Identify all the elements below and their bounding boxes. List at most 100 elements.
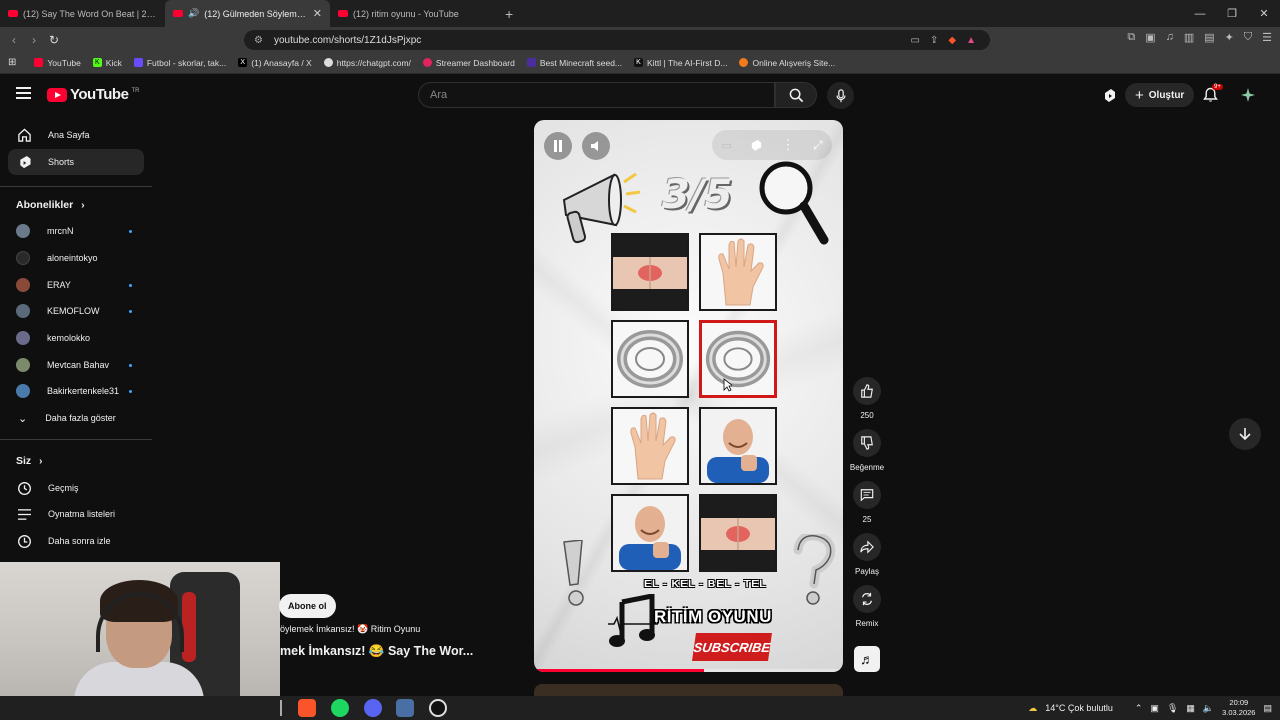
- subscription-item[interactable]: kemolokko: [8, 326, 144, 350]
- browser-tab-1[interactable]: (12) Say The Word On Beat | 2kişilik: [0, 0, 165, 27]
- back-icon[interactable]: ‹: [4, 33, 24, 47]
- sidebar-item-home[interactable]: Ana Sayfa: [8, 122, 144, 148]
- minimize-icon[interactable]: —: [1184, 8, 1216, 20]
- subscription-item[interactable]: Mevtcan Bahav: [8, 353, 144, 377]
- shorts-create-icon[interactable]: [1102, 88, 1118, 104]
- fullscreen-icon[interactable]: ⤢: [813, 138, 823, 153]
- bookmark-trendyol[interactable]: Online Alışveriş Site...: [739, 58, 835, 68]
- apps-grid-icon[interactable]: ⊞: [8, 57, 16, 68]
- sidebar-item-history[interactable]: Geçmiş: [8, 475, 144, 501]
- shorts-player[interactable]: ▭ ⋮ ⤢ 3/5 EL - KEL - BEL - TEL RİTİM OYU…: [534, 120, 843, 672]
- close-tab-icon[interactable]: ✕: [313, 7, 322, 20]
- comments-action[interactable]: 25: [852, 481, 882, 524]
- close-window-icon[interactable]: ✕: [1248, 7, 1280, 20]
- share-button[interactable]: [853, 533, 881, 561]
- forward-icon[interactable]: ›: [24, 33, 44, 47]
- subscription-item[interactable]: KEMOFLOW: [8, 299, 144, 323]
- back-pain-image: [613, 235, 687, 309]
- tray-app-icon[interactable]: ▣: [1150, 703, 1159, 714]
- obs-icon[interactable]: [429, 699, 447, 717]
- share-page-icon[interactable]: ⇪: [930, 35, 938, 46]
- next-short-preview[interactable]: [534, 684, 843, 696]
- reload-icon[interactable]: ↻: [44, 33, 64, 47]
- clock[interactable]: 20:09 3.03.2026: [1222, 698, 1255, 718]
- brave-shield-icon[interactable]: ◆: [948, 35, 956, 46]
- voice-search-button[interactable]: [827, 82, 854, 109]
- subscriptions-heading[interactable]: Abonelikler ›: [16, 199, 85, 211]
- show-more-button[interactable]: ⌄ Daha fazla göster: [8, 406, 144, 430]
- vpn-icon[interactable]: ⛉: [1244, 31, 1252, 44]
- dislike-action[interactable]: Beğenme: [850, 429, 884, 472]
- like-action[interactable]: 250: [852, 377, 882, 420]
- weather-text[interactable]: 14°C Çok bulutlu: [1045, 703, 1113, 713]
- browser-tab-2[interactable]: 🔊 (12) Gülmeden Söylemek İmk ✕: [165, 0, 330, 27]
- search-input[interactable]: [419, 83, 774, 107]
- extensions-icon[interactable]: ⧉: [1127, 31, 1135, 44]
- microphone-tray-icon[interactable]: 🎙: [1167, 703, 1178, 714]
- menu-icon[interactable]: ☰: [1262, 31, 1272, 44]
- shorts-remix-icon[interactable]: [750, 139, 763, 152]
- audio-source-button[interactable]: ♬: [854, 646, 880, 672]
- new-tab-icon[interactable]: +: [495, 6, 523, 22]
- subscription-item[interactable]: mrcnN: [8, 219, 144, 243]
- brave-browser-icon[interactable]: [298, 699, 316, 717]
- hamburger-menu-icon[interactable]: [16, 87, 31, 99]
- more-options-icon[interactable]: ⋮: [782, 137, 795, 153]
- search-button[interactable]: [775, 82, 817, 108]
- subscription-item[interactable]: ERAY: [8, 273, 144, 297]
- like-button[interactable]: [853, 377, 881, 405]
- network-icon[interactable]: ▦: [1186, 703, 1195, 714]
- wallet-icon[interactable]: ▤: [1204, 31, 1214, 44]
- screenshot-icon[interactable]: ▣: [1145, 31, 1155, 44]
- audio-playing-icon[interactable]: 🔊: [188, 8, 199, 19]
- comments-button[interactable]: [853, 481, 881, 509]
- remix-action[interactable]: Remix: [852, 585, 882, 628]
- bookmark-futbol[interactable]: Futbol - skorlar, tak...: [133, 58, 226, 68]
- youtube-logo[interactable]: YouTube TR: [47, 86, 139, 103]
- site-info-icon[interactable]: ⚙: [254, 35, 263, 46]
- share-action[interactable]: Paylaş: [852, 533, 882, 576]
- bookmark-x[interactable]: X (1) Anasayfa / X: [238, 58, 312, 68]
- bookmark-youtube[interactable]: YouTube: [34, 58, 81, 68]
- captions-icon[interactable]: ▭: [721, 139, 731, 152]
- brave-rewards-icon[interactable]: ▲: [966, 35, 976, 46]
- create-button[interactable]: + Oluştur: [1125, 83, 1195, 107]
- notification-center-icon[interactable]: ▤: [1263, 703, 1272, 714]
- speaker-icon[interactable]: 🔈: [1203, 703, 1214, 714]
- url-field[interactable]: ⚙ youtube.com/shorts/1Z1dJsPjxpc ▭ ⇪ ◆ ▲: [244, 30, 990, 50]
- sidebar-item-watch-later[interactable]: Daha sonra izle: [8, 528, 144, 554]
- subscribe-button[interactable]: Abone ol: [279, 594, 336, 618]
- you-heading[interactable]: Siz ›: [16, 455, 43, 467]
- short-description[interactable]: öylemek İmkansız! 🤡 Ritim Oyunu: [280, 624, 420, 635]
- bookmark-chatgpt[interactable]: https://chatgpt.com/: [323, 58, 411, 68]
- subscription-item[interactable]: aloneintokyo: [8, 246, 144, 270]
- leo-icon[interactable]: ✦: [1225, 31, 1234, 44]
- sidebar-item-playlists[interactable]: Oynatma listeleri: [8, 501, 144, 527]
- cast-icon[interactable]: ▭: [911, 35, 920, 46]
- next-short-button[interactable]: [1229, 418, 1261, 450]
- short-title[interactable]: mek İmkansız! 😂 Say The Wor...: [280, 644, 473, 659]
- pause-button[interactable]: [544, 132, 572, 160]
- tray-chevron-icon[interactable]: ⌃: [1135, 703, 1143, 714]
- volume-button[interactable]: [582, 132, 610, 160]
- sidebar-divider: [0, 439, 152, 440]
- word-sequence-label: EL - KEL - BEL - TEL: [644, 578, 767, 590]
- app-icon[interactable]: [396, 699, 414, 717]
- new-content-dot: [129, 309, 132, 313]
- dislike-button[interactable]: [853, 429, 881, 457]
- browser-tab-3[interactable]: (12) ritim oyunu - YouTube: [330, 0, 495, 27]
- video-progress-bar[interactable]: [534, 669, 843, 672]
- subscription-item[interactable]: Bakirkertenkele31: [8, 379, 144, 403]
- media-icon[interactable]: ♫: [1166, 31, 1174, 44]
- bookmark-minecraft[interactable]: Best Minecraft seed...: [526, 58, 622, 68]
- sidebar-item-shorts[interactable]: Shorts: [8, 149, 144, 175]
- spotify-icon[interactable]: [331, 699, 349, 717]
- bookmark-kick[interactable]: K Kick: [92, 58, 122, 68]
- discord-icon[interactable]: [364, 699, 382, 717]
- remix-button[interactable]: [853, 585, 881, 613]
- bookmark-kittl[interactable]: K Kittl | The AI-First D...: [634, 58, 727, 68]
- restore-icon[interactable]: ❐: [1216, 7, 1248, 20]
- sidebar-icon[interactable]: ▥: [1184, 31, 1194, 44]
- bookmark-streamer[interactable]: Streamer Dashboard: [422, 58, 515, 68]
- account-avatar[interactable]: [1240, 87, 1256, 103]
